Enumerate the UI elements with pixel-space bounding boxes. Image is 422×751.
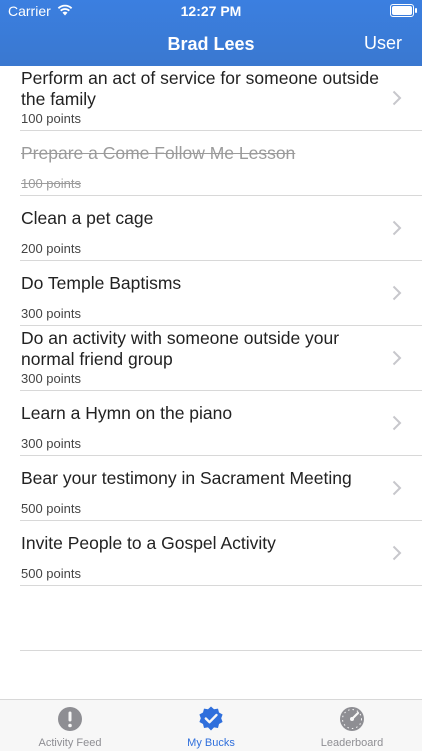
item-points: 300 points — [21, 306, 81, 321]
item-title: Do an activity with someone outside your… — [21, 328, 340, 369]
list-item[interactable]: Clean a pet cage 200 points — [20, 196, 422, 261]
item-title: Perform an act of service for someone ou… — [21, 68, 379, 109]
user-button[interactable]: User — [364, 33, 402, 54]
checkmark-badge-icon — [198, 706, 224, 732]
list-item[interactable]: Learn a Hymn on the piano 300 points — [20, 391, 422, 456]
tab-label: Leaderboard — [320, 737, 384, 749]
item-title: Bear your testimony in Sacrament Meeting — [21, 468, 352, 488]
status-bar: Carrier 12:27 PM — [0, 0, 422, 22]
page-title: Brad Lees — [167, 34, 255, 54]
tab-bar: Activity Feed My Bucks Leaderboard — [0, 699, 422, 751]
header: Carrier 12:27 PM Brad Lees User — [0, 0, 422, 66]
item-title: Invite People to a Gospel Activity — [21, 533, 276, 553]
chevron-right-icon — [392, 545, 402, 561]
list-item[interactable]: Bear your testimony in Sacrament Meeting… — [20, 456, 422, 521]
tasks-list: Perform an act of service for someone ou… — [0, 66, 422, 651]
tab-label: Activity Feed — [38, 737, 102, 749]
item-title: Clean a pet cage — [21, 208, 154, 228]
tab-activity-feed[interactable]: Activity Feed — [0, 700, 140, 751]
list-item[interactable]: Do an activity with someone outside your… — [20, 326, 422, 391]
tab-label: My Bucks — [187, 737, 235, 749]
item-points: 300 points — [21, 436, 81, 451]
chevron-right-icon — [392, 350, 402, 366]
battery-icon — [390, 4, 417, 17]
item-title: Prepare a Come Follow Me Lesson — [21, 143, 296, 163]
item-points: 100 points — [21, 111, 81, 126]
item-title: Learn a Hymn on the piano — [21, 403, 233, 423]
list-item[interactable]: Perform an act of service for someone ou… — [20, 66, 422, 131]
chevron-right-icon — [392, 285, 402, 301]
item-points: 200 points — [21, 241, 81, 256]
tab-leaderboard[interactable]: Leaderboard — [282, 700, 422, 751]
alert-circle-icon — [57, 706, 83, 732]
tab-my-bucks[interactable]: My Bucks — [141, 700, 281, 751]
list-item[interactable]: Prepare a Come Follow Me Lesson 100 poin… — [20, 131, 422, 196]
chevron-right-icon — [392, 220, 402, 236]
list-item[interactable]: Invite People to a Gospel Activity 500 p… — [20, 521, 422, 586]
item-points: 500 points — [21, 501, 81, 516]
item-title: Do Temple Baptisms — [21, 273, 182, 293]
chevron-right-icon — [392, 90, 402, 106]
gauge-icon — [339, 706, 365, 732]
list-item[interactable]: Do Temple Baptisms 300 points — [20, 261, 422, 326]
item-points: 300 points — [21, 371, 81, 386]
item-points: 500 points — [21, 566, 81, 581]
status-time: 12:27 PM — [180, 3, 242, 19]
list-item-empty — [20, 586, 422, 651]
item-points: 100 points — [21, 176, 81, 191]
chevron-right-icon — [392, 480, 402, 496]
chevron-right-icon — [392, 415, 402, 431]
